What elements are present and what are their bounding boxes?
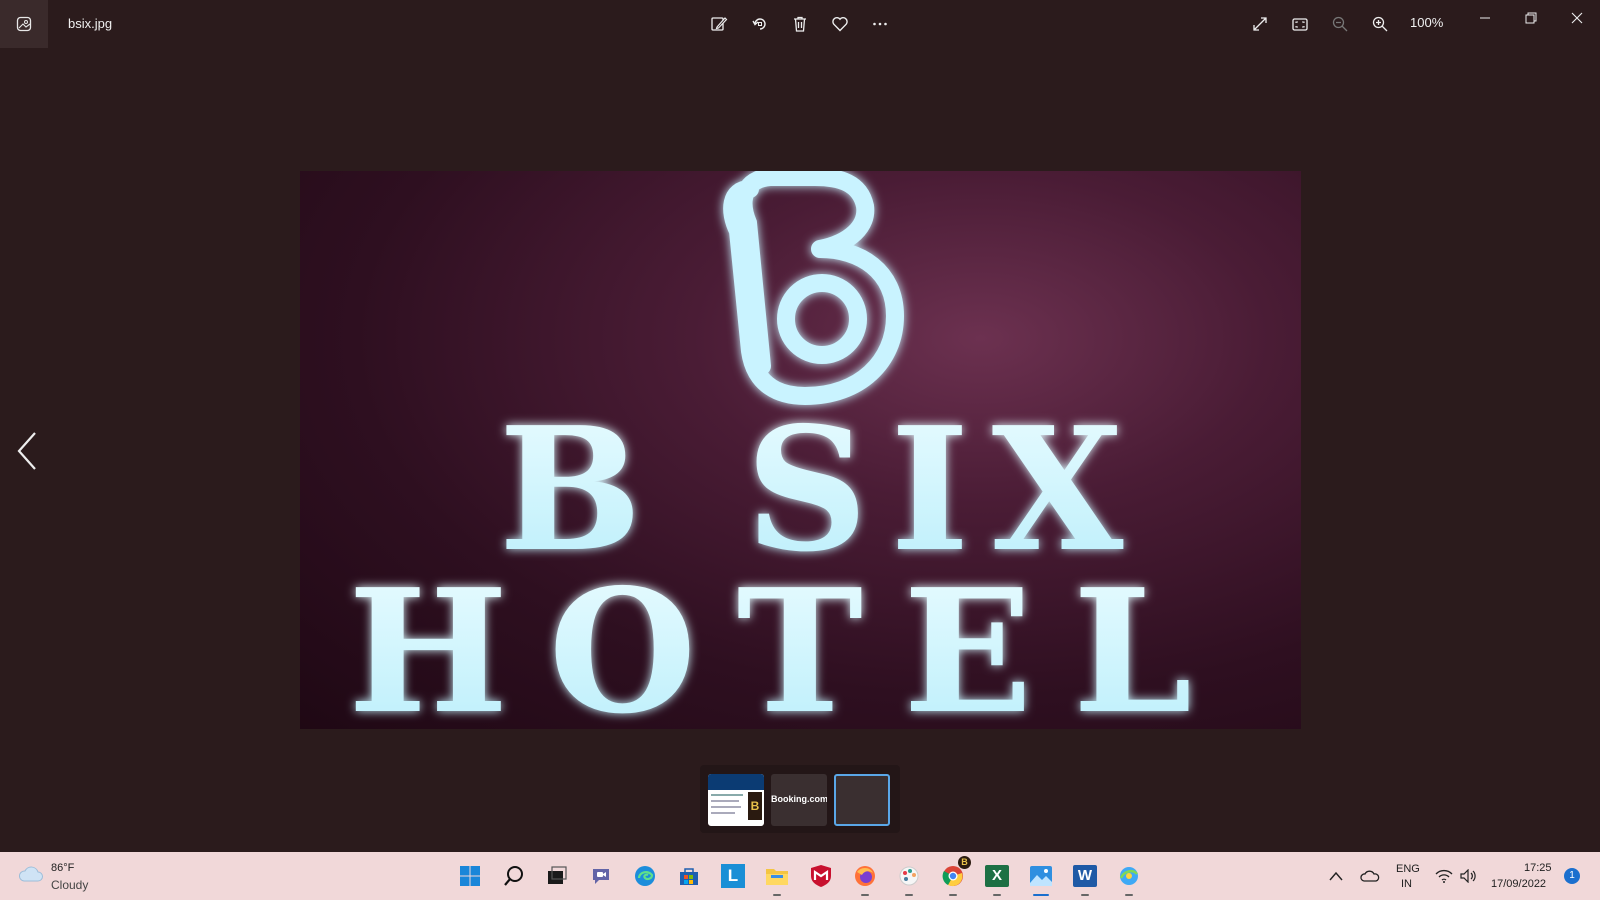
close-button[interactable] [1562, 8, 1592, 28]
teams-chat-icon[interactable] [587, 862, 615, 890]
edge-icon[interactable] [631, 862, 659, 890]
filmstrip-thumb-booking[interactable]: Booking.com [771, 774, 827, 826]
store-icon[interactable] [675, 862, 703, 890]
zoom-out-icon[interactable] [1328, 12, 1352, 36]
chevron-left-icon [17, 432, 36, 470]
wifi-icon[interactable] [1430, 862, 1458, 890]
windows-start-icon[interactable] [456, 862, 484, 890]
zoom-level[interactable]: 100% [1410, 15, 1443, 30]
task-view-icon[interactable] [543, 862, 571, 890]
word-icon[interactable]: W [1071, 862, 1099, 896]
running-indicator [773, 894, 781, 896]
favorite-icon[interactable] [828, 12, 852, 36]
previous-image-button[interactable] [12, 428, 42, 474]
language-line2[interactable]: IN [1401, 878, 1412, 890]
running-indicator [1081, 894, 1089, 896]
rotate-icon[interactable] [748, 12, 772, 36]
language-line1[interactable]: ENG [1396, 863, 1420, 875]
filmstrip-thumb-selected[interactable] [834, 774, 890, 826]
filmstrip-thumb-document[interactable]: B [708, 774, 764, 826]
file-name-label: bsix.jpg [68, 16, 113, 31]
running-indicator [905, 894, 913, 896]
running-indicator [993, 894, 1001, 896]
restore-button[interactable] [1516, 8, 1546, 28]
title-bar: bsix.jpg 100% [0, 0, 1600, 48]
excel-icon[interactable]: X [983, 862, 1011, 896]
search-icon[interactable] [500, 862, 528, 890]
chrome-profile-badge: B [958, 856, 971, 869]
weather-widget[interactable] [18, 864, 44, 889]
running-indicator [949, 894, 957, 896]
hotel-sign-artwork: B SIX HOTEL [348, 171, 1232, 729]
cloud-icon [18, 866, 43, 882]
more-icon[interactable] [868, 12, 892, 36]
fit-icon[interactable] [1288, 12, 1312, 36]
hotel-sign-photo: B SIX HOTEL [300, 171, 1301, 729]
photos-app-icon [0, 0, 48, 48]
volume-icon[interactable] [1455, 862, 1483, 890]
weather-temp[interactable]: 86°F [51, 862, 74, 874]
photos-icon[interactable] [1027, 862, 1055, 896]
running-indicator [1125, 894, 1133, 896]
weather-condition[interactable]: Cloudy [51, 878, 88, 892]
taskbar: 86°F Cloudy L B X W ENG IN 17:25 17/09/2… [0, 852, 1600, 900]
excel-letter: X [985, 865, 1009, 887]
file-explorer-icon[interactable] [763, 862, 791, 896]
clock-time[interactable]: 17:25 [1524, 862, 1552, 874]
b-logo-mark [723, 171, 904, 405]
zoom-in-icon[interactable] [1368, 12, 1392, 36]
sign-line2: HOTEL [348, 552, 1232, 729]
fullscreen-icon[interactable] [1248, 12, 1272, 36]
edit-image-icon[interactable] [707, 12, 731, 36]
onedrive-icon[interactable] [1356, 862, 1384, 890]
thumb-logo: B [748, 792, 762, 820]
clock-date[interactable]: 17/09/2022 [1491, 878, 1546, 890]
mcafee-icon[interactable] [807, 862, 835, 890]
filmstrip: B Booking.com [700, 765, 900, 833]
running-indicator [861, 894, 869, 896]
internet-explorer-icon[interactable] [1115, 862, 1143, 896]
firefox-icon[interactable] [851, 862, 879, 896]
sign-text: B SIX HOTEL [348, 390, 1232, 729]
word-letter: W [1073, 865, 1097, 887]
l-app-icon[interactable]: L [719, 862, 747, 890]
notification-badge[interactable]: 1 [1564, 868, 1580, 884]
l-app-letter: L [721, 864, 745, 888]
booking-thumb-text: Booking.com [771, 794, 827, 804]
delete-icon[interactable] [788, 12, 812, 36]
chrome-icon[interactable]: B [939, 856, 971, 896]
minimize-button[interactable] [1470, 8, 1500, 28]
running-indicator-active [1033, 894, 1049, 896]
paint-icon[interactable] [895, 862, 923, 896]
show-hidden-icons-button[interactable] [1322, 862, 1350, 890]
